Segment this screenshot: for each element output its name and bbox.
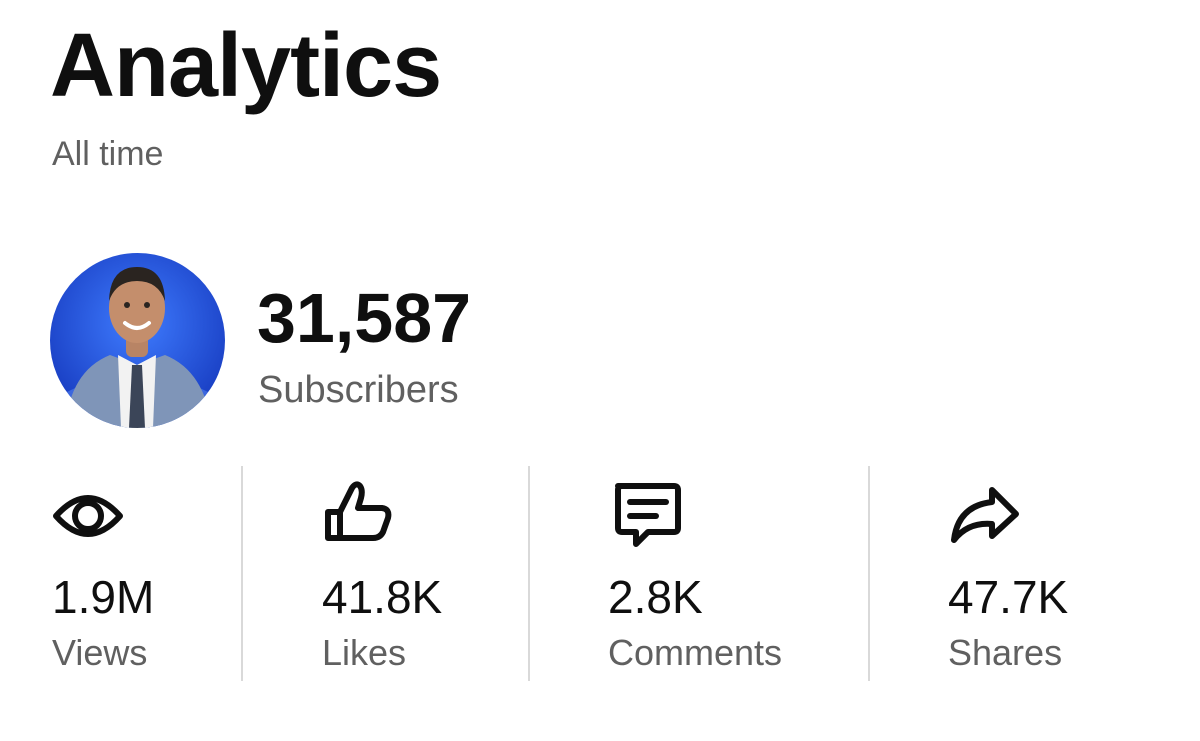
eye-icon (52, 476, 132, 556)
comment-icon (608, 476, 688, 556)
shares-label: Shares (948, 632, 1063, 673)
likes-value: 41.8K (322, 571, 443, 623)
share-icon (948, 476, 1028, 556)
page-title: Analytics (50, 16, 442, 116)
thumbs-up-icon (322, 476, 402, 556)
comments-label: Comments (608, 632, 783, 673)
comments-value: 2.8K (608, 571, 703, 623)
likes-label: Likes (322, 632, 407, 673)
views-value: 1.9M (52, 571, 155, 623)
avatar-image (50, 253, 225, 428)
avatar[interactable] (50, 253, 225, 428)
divider (528, 466, 530, 681)
subscriber-count: 31,587 (257, 279, 472, 357)
divider (241, 466, 243, 681)
stats-row: 1.9M Views 41.8K Likes 2.8K Comments 47.… (0, 466, 1200, 681)
divider (868, 466, 870, 681)
shares-value: 47.7K (948, 571, 1069, 623)
period-label: All time (52, 135, 164, 173)
subscriber-label: Subscribers (258, 369, 459, 411)
views-label: Views (52, 632, 148, 673)
